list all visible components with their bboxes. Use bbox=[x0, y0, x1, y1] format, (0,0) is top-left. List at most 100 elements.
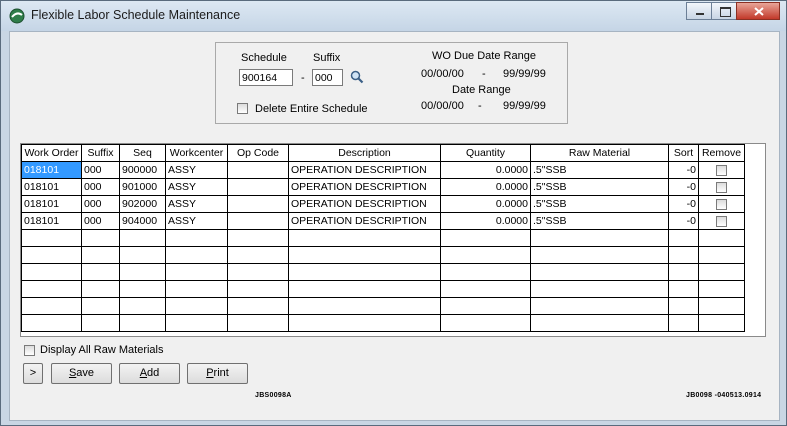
cell-workcenter[interactable]: ASSY bbox=[165, 212, 228, 230]
cell-op-code[interactable] bbox=[227, 314, 289, 332]
cell-raw-material[interactable] bbox=[530, 297, 669, 315]
remove-checkbox[interactable] bbox=[716, 198, 727, 210]
cell-sort[interactable] bbox=[668, 297, 699, 315]
cell-op-code[interactable] bbox=[227, 280, 289, 298]
cell-description[interactable]: OPERATION DESCRIPTION bbox=[288, 161, 441, 179]
cell-workcenter[interactable] bbox=[165, 246, 228, 264]
cell-description[interactable]: OPERATION DESCRIPTION bbox=[288, 212, 441, 230]
cell-seq[interactable]: 901000 bbox=[119, 178, 166, 196]
cell-work-order[interactable]: 018101 bbox=[21, 212, 82, 230]
cell-quantity[interactable]: 0.0000 bbox=[440, 161, 531, 179]
table-row[interactable]: 018101 000 901000 ASSY OPERATION DESCRIPTION… bbox=[21, 178, 745, 196]
save-button[interactable]: Save bbox=[51, 363, 112, 384]
cell-sort[interactable]: -0 bbox=[668, 161, 699, 179]
cell-work-order[interactable] bbox=[21, 314, 82, 332]
table-row[interactable]: 018101 000 902000 ASSY OPERATION DESCRIPTION… bbox=[21, 195, 745, 213]
cell-sort[interactable] bbox=[668, 263, 699, 281]
cell-work-order[interactable] bbox=[21, 246, 82, 264]
cell-work-order[interactable]: 018101 bbox=[21, 178, 82, 196]
cell-description[interactable]: OPERATION DESCRIPTION bbox=[288, 195, 441, 213]
expand-button[interactable]: > bbox=[23, 363, 43, 384]
table-row[interactable] bbox=[21, 297, 745, 315]
table-row[interactable]: 018101 000 904000 ASSY OPERATION DESCRIPTION… bbox=[21, 212, 745, 230]
cell-quantity[interactable]: 0.0000 bbox=[440, 195, 531, 213]
cell-op-code[interactable] bbox=[227, 212, 289, 230]
cell-quantity[interactable] bbox=[440, 314, 531, 332]
remove-checkbox[interactable] bbox=[716, 181, 727, 193]
cell-op-code[interactable] bbox=[227, 246, 289, 264]
cell-seq[interactable] bbox=[119, 314, 166, 332]
cell-suffix[interactable] bbox=[81, 280, 120, 298]
close-icon[interactable] bbox=[736, 2, 780, 20]
cell-op-code[interactable] bbox=[227, 263, 289, 281]
cell-raw-material[interactable] bbox=[530, 280, 669, 298]
cell-suffix[interactable]: 000 bbox=[81, 161, 120, 179]
cell-sort[interactable] bbox=[668, 246, 699, 264]
cell-sort[interactable]: -0 bbox=[668, 212, 699, 230]
cell-raw-material[interactable] bbox=[530, 246, 669, 264]
table-row[interactable] bbox=[21, 263, 745, 281]
cell-sort[interactable]: -0 bbox=[668, 178, 699, 196]
col-header-quantity[interactable]: Quantity bbox=[440, 144, 531, 162]
table-row[interactable] bbox=[21, 280, 745, 298]
cell-seq[interactable]: 900000 bbox=[119, 161, 166, 179]
cell-quantity[interactable]: 0.0000 bbox=[440, 212, 531, 230]
table-row[interactable] bbox=[21, 246, 745, 264]
col-header-workcenter[interactable]: Workcenter bbox=[165, 144, 228, 162]
col-header-remove[interactable]: Remove bbox=[698, 144, 745, 162]
cell-seq[interactable] bbox=[119, 297, 166, 315]
cell-description[interactable]: OPERATION DESCRIPTION bbox=[288, 178, 441, 196]
cell-work-order[interactable] bbox=[21, 297, 82, 315]
col-header-raw-material[interactable]: Raw Material bbox=[530, 144, 669, 162]
cell-description[interactable] bbox=[288, 297, 441, 315]
cell-work-order[interactable]: 018101 bbox=[21, 161, 82, 179]
col-header-op-code[interactable]: Op Code bbox=[227, 144, 289, 162]
table-row[interactable] bbox=[21, 314, 745, 332]
cell-quantity[interactable] bbox=[440, 229, 531, 247]
cell-workcenter[interactable] bbox=[165, 263, 228, 281]
cell-description[interactable] bbox=[288, 246, 441, 264]
table-row[interactable]: 018101 000 900000 ASSY OPERATION DESCRIPTION… bbox=[21, 161, 745, 179]
cell-suffix[interactable] bbox=[81, 314, 120, 332]
cell-sort[interactable] bbox=[668, 280, 699, 298]
table-row[interactable] bbox=[21, 229, 745, 247]
cell-workcenter[interactable] bbox=[165, 229, 228, 247]
title-bar[interactable]: Flexible Labor Schedule Maintenance bbox=[1, 1, 786, 31]
cell-suffix[interactable]: 000 bbox=[81, 195, 120, 213]
cell-seq[interactable]: 904000 bbox=[119, 212, 166, 230]
cell-seq[interactable] bbox=[119, 280, 166, 298]
cell-description[interactable] bbox=[288, 314, 441, 332]
cell-quantity[interactable] bbox=[440, 246, 531, 264]
cell-sort[interactable] bbox=[668, 314, 699, 332]
cell-sort[interactable] bbox=[668, 229, 699, 247]
search-icon[interactable] bbox=[350, 70, 364, 84]
cell-raw-material[interactable] bbox=[530, 314, 669, 332]
remove-checkbox[interactable] bbox=[716, 215, 727, 227]
cell-workcenter[interactable]: ASSY bbox=[165, 161, 228, 179]
cell-raw-material[interactable]: .5"SSB bbox=[530, 161, 669, 179]
add-button[interactable]: Add bbox=[119, 363, 180, 384]
cell-work-order[interactable] bbox=[21, 263, 82, 281]
cell-seq[interactable]: 902000 bbox=[119, 195, 166, 213]
cell-workcenter[interactable] bbox=[165, 314, 228, 332]
maximize-icon[interactable] bbox=[711, 2, 737, 20]
cell-work-order[interactable] bbox=[21, 280, 82, 298]
suffix-input[interactable] bbox=[312, 69, 343, 86]
delete-schedule-checkbox[interactable] bbox=[237, 103, 248, 114]
col-header-seq[interactable]: Seq bbox=[119, 144, 166, 162]
cell-description[interactable] bbox=[288, 280, 441, 298]
cell-seq[interactable] bbox=[119, 263, 166, 281]
cell-seq[interactable] bbox=[119, 246, 166, 264]
cell-quantity[interactable] bbox=[440, 280, 531, 298]
cell-workcenter[interactable] bbox=[165, 297, 228, 315]
cell-raw-material[interactable] bbox=[530, 263, 669, 281]
cell-workcenter[interactable] bbox=[165, 280, 228, 298]
col-header-sort[interactable]: Sort bbox=[668, 144, 699, 162]
cell-quantity[interactable] bbox=[440, 263, 531, 281]
cell-op-code[interactable] bbox=[227, 178, 289, 196]
cell-raw-material[interactable]: .5"SSB bbox=[530, 178, 669, 196]
print-button[interactable]: Print bbox=[187, 363, 248, 384]
cell-suffix[interactable]: 000 bbox=[81, 212, 120, 230]
cell-work-order[interactable]: 018101 bbox=[21, 195, 82, 213]
schedule-input[interactable] bbox=[239, 69, 293, 86]
